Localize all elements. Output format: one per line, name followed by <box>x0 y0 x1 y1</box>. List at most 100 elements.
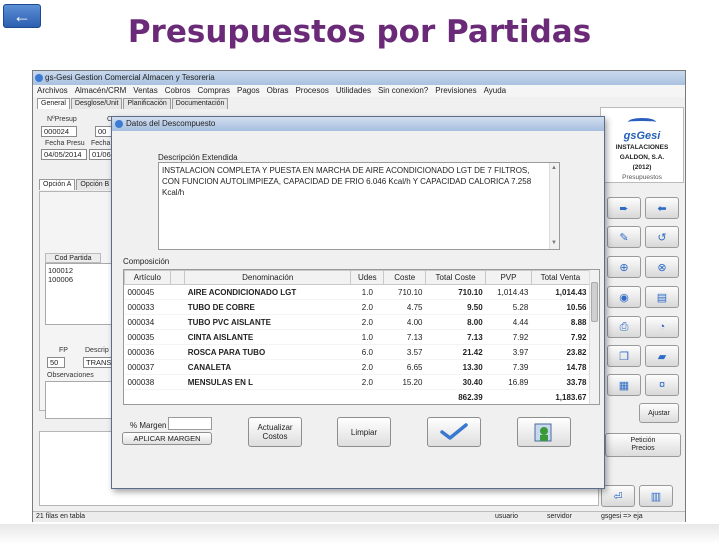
actualizar-costos-button[interactable]: Actualizar Costos <box>248 417 302 447</box>
col-blank <box>169 270 186 285</box>
exit-button[interactable]: ⏎ <box>601 485 635 507</box>
delete-db-icon: ⊗ <box>657 261 667 274</box>
col-pvp[interactable]: PVP <box>485 270 532 285</box>
table-row[interactable]: 000034 TUBO PVC AISLANTE 2.0 4.00 8.00 4… <box>124 314 590 330</box>
cell-total-venta: 23.82 <box>531 344 590 360</box>
calculator-button[interactable]: ▦ <box>607 374 641 396</box>
tab-planificacion[interactable]: Planificación <box>123 98 171 109</box>
cell-pvp: 16.89 <box>485 374 532 390</box>
nav-left-button[interactable]: ⬅ <box>645 197 679 219</box>
menu-ventas[interactable]: Ventas <box>133 85 157 97</box>
cell-denominacion: CINTA AISLANTE <box>184 329 351 345</box>
col-total-venta[interactable]: Total Venta <box>530 270 591 285</box>
desc-textarea[interactable]: INSTALACION COMPLETA Y PUESTA EN MARCHA … <box>158 162 560 250</box>
cell-coste: 4.00 <box>383 314 426 330</box>
total-venta: 1,183.67 <box>531 389 590 404</box>
table-row[interactable]: 000033 TUBO DE COBRE 2.0 4.75 9.50 5.28 … <box>124 299 590 315</box>
menu-pagos[interactable]: Pagos <box>237 85 260 97</box>
menu-compras[interactable]: Compras <box>198 85 230 97</box>
col-denominacion[interactable]: Denominación <box>184 270 352 285</box>
menu-previsiones[interactable]: Previsiones <box>435 85 476 97</box>
observaciones-field[interactable] <box>45 381 113 419</box>
fecha-presu-field[interactable]: 04/05/2014 <box>41 149 87 160</box>
cell-total-coste: 13.30 <box>425 359 486 375</box>
nro-presup-field[interactable]: 000024 <box>41 126 77 137</box>
folder-button[interactable]: ▰ <box>645 345 679 367</box>
table-row[interactable]: 000035 CINTA AISLANTE 1.0 7.13 7.13 7.92… <box>124 329 590 345</box>
peticion-precios-button[interactable]: Petición Precios <box>605 433 681 457</box>
col-coste[interactable]: Coste <box>383 270 426 285</box>
grid-scrollbar[interactable] <box>589 270 599 404</box>
globe-icon: ◉ <box>619 291 629 304</box>
table-row[interactable]: 000037 CANALETA 2.0 6.65 13.30 7.39 14.7… <box>124 359 590 375</box>
cell-total-coste: 8.00 <box>425 314 486 330</box>
table-row[interactable]: 000036 ROSCA PARA TUBO 6.0 3.57 21.42 3.… <box>124 344 590 360</box>
tab-desglose[interactable]: Desglose/Unit <box>70 98 123 109</box>
list-item[interactable]: 100012 <box>48 266 110 275</box>
preview-button[interactable]: ◔ <box>645 316 679 338</box>
menu-sin-conexion[interactable]: Sin conexion? <box>378 85 428 97</box>
calendar-button[interactable]: ▥ <box>639 485 673 507</box>
col-udes[interactable]: Udes <box>350 270 385 285</box>
dialog-title: Datos del Descompuesto <box>126 119 216 128</box>
menu-utilidades[interactable]: Utilidades <box>336 85 371 97</box>
nav-right-button[interactable]: ➨ <box>607 197 641 219</box>
menu-almacen[interactable]: Almacén/CRM <box>75 85 127 97</box>
ajustar-button[interactable]: Ajustar <box>639 403 679 423</box>
arrow-right-icon: ➨ <box>619 202 629 215</box>
slide-title: Presupuestos por Partidas <box>127 14 592 50</box>
margen-input[interactable] <box>168 417 212 430</box>
print-button[interactable]: ⎙ <box>607 316 641 338</box>
tab-documentacion[interactable]: Documentación <box>171 98 229 109</box>
add-record-button[interactable]: ⊕ <box>607 256 641 278</box>
limpiar-button[interactable]: Limpiar <box>337 417 391 447</box>
cell-coste: 7.13 <box>383 329 426 345</box>
col-total-coste[interactable]: Total Coste <box>424 270 487 285</box>
cell-coste: 710.10 <box>383 284 426 300</box>
cell-articulo: 000045 <box>124 284 171 300</box>
opcion-tabs: Opción A Opción B <box>39 179 114 190</box>
status-app: gsgesi => eja <box>601 513 643 520</box>
descrip-field[interactable]: TRANS <box>83 357 113 368</box>
fecha-field[interactable]: 01/06 <box>89 149 113 160</box>
fp-field[interactable]: 50 <box>47 357 65 368</box>
edit-button[interactable]: ✎ <box>607 226 641 248</box>
cod-partida-header: Cod Partida <box>45 253 101 263</box>
menu-archivos[interactable]: Archivos <box>37 85 68 97</box>
window-titlebar: gs-Gesi Gestion Comercial Almacen y Teso… <box>33 71 685 85</box>
company-panel: gsGesi INSTALACIONES GALDON, S.A. (2012)… <box>600 107 684 183</box>
accept-button[interactable] <box>427 417 481 447</box>
tab-opcion-a[interactable]: Opción A <box>39 179 76 190</box>
desc-text: INSTALACION COMPLETA Y PUESTA EN MARCHA … <box>162 166 532 197</box>
cell-udes: 2.0 <box>350 299 384 315</box>
aplicar-margen-button[interactable]: APLICAR MARGEN <box>122 432 212 445</box>
tab-general[interactable]: General <box>37 98 70 109</box>
close-dialog-button[interactable] <box>517 417 571 447</box>
menu-obras[interactable]: Obras <box>267 85 289 97</box>
table-row[interactable]: 000038 MENSULAS EN L 2.0 15.20 30.40 16.… <box>124 374 590 390</box>
cell-total-venta: 8.88 <box>531 314 590 330</box>
company-name-3: (2012) <box>632 164 652 171</box>
globe-button[interactable]: ◉ <box>607 286 641 308</box>
exit-door-icon <box>534 423 552 442</box>
menu-bar: Archivos Almacén/CRM Ventas Cobros Compr… <box>33 85 685 97</box>
scroll-thumb[interactable] <box>591 282 598 322</box>
menu-cobros[interactable]: Cobros <box>165 85 191 97</box>
delete-record-button[interactable]: ⊗ <box>645 256 679 278</box>
menu-procesos[interactable]: Procesos <box>295 85 328 97</box>
scanner-icon: ▤ <box>656 291 668 304</box>
desc-scrollbar[interactable] <box>549 163 559 249</box>
table-row[interactable]: 000045 AIRE ACONDICIONADO LGT 1.0 710.10… <box>124 284 590 300</box>
copy-button[interactable]: ❐ <box>607 345 641 367</box>
menu-ayuda[interactable]: Ayuda <box>484 85 507 97</box>
copy-icon: ❐ <box>619 350 629 363</box>
arrow-left-icon: ⬅ <box>657 202 667 215</box>
list-item[interactable]: 100006 <box>48 275 110 284</box>
undo-button[interactable]: ↺ <box>645 226 679 248</box>
cell-articulo: 000038 <box>124 374 171 390</box>
tab-opcion-b[interactable]: Opción B <box>76 179 114 190</box>
scan-button[interactable]: ▤ <box>645 286 679 308</box>
cell-udes: 6.0 <box>350 344 384 360</box>
col-articulo[interactable]: Artículo <box>124 270 171 285</box>
money-button[interactable]: ¤ <box>645 374 679 396</box>
